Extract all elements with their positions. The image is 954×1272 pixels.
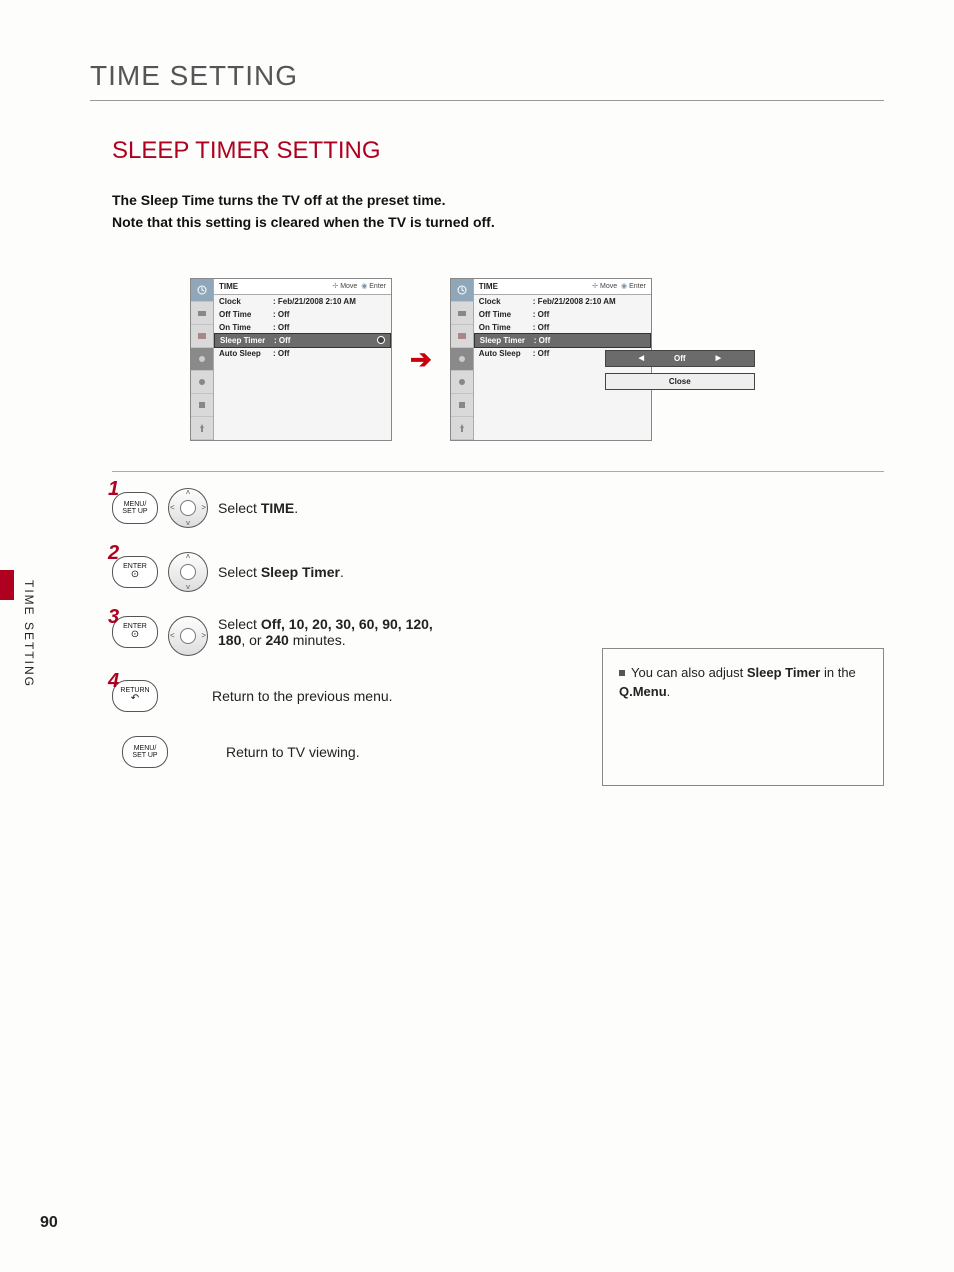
bullet-icon: [619, 670, 625, 676]
step-number: 3: [108, 606, 119, 629]
left-arrow-icon[interactable]: ◀: [639, 354, 644, 362]
osd-panel-left: TIME ✢ Move ◉ Enter Clock: Feb/21/2008 2…: [190, 278, 392, 441]
step-text: Select Sleep Timer.: [218, 564, 344, 580]
steps-column: 1 MENU/ SET UP ˄ ˅ ˂ ˃ Select TIME. 2 EN…: [112, 488, 572, 786]
osd-header-title: TIME: [479, 282, 498, 291]
section-title: SLEEP TIMER SETTING: [112, 137, 884, 165]
return-arrow-icon: ↶: [131, 694, 139, 704]
osd-tab-icon: [451, 417, 473, 440]
dpad-right-icon[interactable]: ˃: [201, 631, 206, 640]
page-number: 90: [40, 1214, 58, 1232]
side-marker: [0, 570, 14, 600]
osd-tab-icon: [191, 302, 213, 325]
osd-row-clock: Clock: Feb/21/2008 2:10 AM: [474, 295, 651, 308]
side-tab-label: TIME SETTING: [22, 580, 36, 688]
step-2: 2 ENTER⊙ ˄ ˅ Select Sleep Timer.: [112, 552, 572, 592]
transition-arrow-icon: ➔: [410, 344, 432, 375]
enter-indicator-icon: [377, 336, 385, 344]
dpad-left-icon[interactable]: ˂: [170, 631, 175, 640]
osd-row-clock: Clock: Feb/21/2008 2:10 AM: [214, 295, 391, 308]
osd-tab-icon: [451, 325, 473, 348]
dpad-down-icon[interactable]: ˅: [186, 519, 191, 528]
intro-line-2: Note that this setting is cleared when t…: [112, 211, 884, 233]
osd-header-title: TIME: [219, 282, 238, 291]
step-4: 4 RETURN↶ Return to the previous menu.: [112, 680, 572, 712]
step-1: 1 MENU/ SET UP ˄ ˅ ˂ ˃ Select TIME.: [112, 488, 572, 528]
osd-tab-icon: [191, 348, 213, 371]
tip-bold: Q.Menu: [619, 684, 667, 699]
dpad-down-icon[interactable]: ˅: [186, 583, 191, 592]
osd-figures: TIME ✢ Move ◉ Enter Clock: Feb/21/2008 2…: [190, 278, 884, 441]
step-3: 3 ENTER⊙ ˂ ˃ Select Off, 10, 20, 30, 60,…: [112, 616, 572, 656]
osd-header-hints: ✢ Move ◉ Enter: [592, 282, 646, 290]
popup-value: Off: [674, 354, 686, 363]
title-rule: [90, 100, 884, 101]
remote-dpad-horizontal[interactable]: ˂ ˃: [168, 616, 208, 656]
osd-tab-icon: [191, 325, 213, 348]
osd-tab-icon: [451, 302, 473, 325]
tip-text: in the: [820, 665, 855, 680]
step-text: Return to the previous menu.: [212, 688, 393, 704]
osd-tab-icon: [191, 279, 213, 302]
step-number: 2: [108, 542, 119, 565]
osd-tab-icon: [191, 417, 213, 440]
osd-header: TIME ✢ Move ◉ Enter: [474, 279, 651, 295]
dpad-left-icon[interactable]: ˂: [170, 503, 175, 512]
remote-dpad-vertical[interactable]: ˄ ˅: [168, 552, 208, 592]
step-number: 4: [108, 670, 119, 693]
intro-line-1: The Sleep Time turns the TV off at the p…: [112, 189, 884, 211]
osd-sidebar: [191, 279, 214, 440]
osd-tab-icon: [451, 279, 473, 302]
page-title: TIME SETTING: [90, 60, 884, 92]
dpad-up-icon[interactable]: ˄: [186, 488, 191, 497]
popup-close-button[interactable]: Close: [605, 373, 755, 390]
osd-header-hints: ✢ Move ◉ Enter: [332, 282, 386, 290]
osd-row-autosleep: Auto Sleep: Off: [214, 347, 391, 360]
remote-menu-button[interactable]: MENU/ SET UP: [122, 736, 168, 768]
osd-tab-icon: [451, 371, 473, 394]
right-arrow-icon[interactable]: ▶: [716, 354, 721, 362]
osd-tab-icon: [451, 394, 473, 417]
osd-tab-icon: [191, 371, 213, 394]
enter-dot-icon: ⊙: [131, 570, 139, 580]
dpad-right-icon[interactable]: ˃: [201, 503, 206, 512]
osd-sidebar: [451, 279, 474, 440]
clock-icon: [457, 285, 467, 295]
tip-bold: Sleep Timer: [747, 665, 820, 680]
osd-row-offtime: Off Time: Off: [474, 308, 651, 321]
step-text: Return to TV viewing.: [226, 744, 360, 760]
tip-text: .: [667, 684, 671, 699]
osd-tab-icon: [451, 348, 473, 371]
osd-panel-right-wrap: TIME ✢ Move ◉ Enter Clock: Feb/21/2008 2…: [450, 278, 652, 441]
dpad-up-icon[interactable]: ˄: [186, 552, 191, 561]
osd-row-sleeptimer[interactable]: Sleep Timer: Off: [214, 333, 391, 348]
remote-dpad[interactable]: ˄ ˅ ˂ ˃: [168, 488, 208, 528]
clock-icon: [197, 285, 207, 295]
step-number: 1: [108, 478, 119, 501]
osd-row-offtime: Off Time: Off: [214, 308, 391, 321]
step-text: Select Off, 10, 20, 30, 60, 90, 120, 180…: [218, 616, 458, 648]
osd-tab-icon: [191, 394, 213, 417]
popup-value-selector[interactable]: ◀ Off ▶: [605, 350, 755, 367]
step-5: MENU/ SET UP Return to TV viewing.: [122, 736, 572, 768]
enter-dot-icon: ⊙: [131, 630, 139, 640]
tip-box: You can also adjust Sleep Timer in the Q…: [602, 648, 884, 786]
step-text: Select TIME.: [218, 500, 298, 516]
osd-value-popup: ◀ Off ▶ Close: [605, 350, 755, 390]
tip-text: You can also adjust: [631, 665, 747, 680]
intro-text: The Sleep Time turns the TV off at the p…: [112, 189, 884, 234]
osd-row-sleeptimer[interactable]: Sleep Timer: Off: [474, 333, 651, 348]
osd-header: TIME ✢ Move ◉ Enter: [214, 279, 391, 295]
